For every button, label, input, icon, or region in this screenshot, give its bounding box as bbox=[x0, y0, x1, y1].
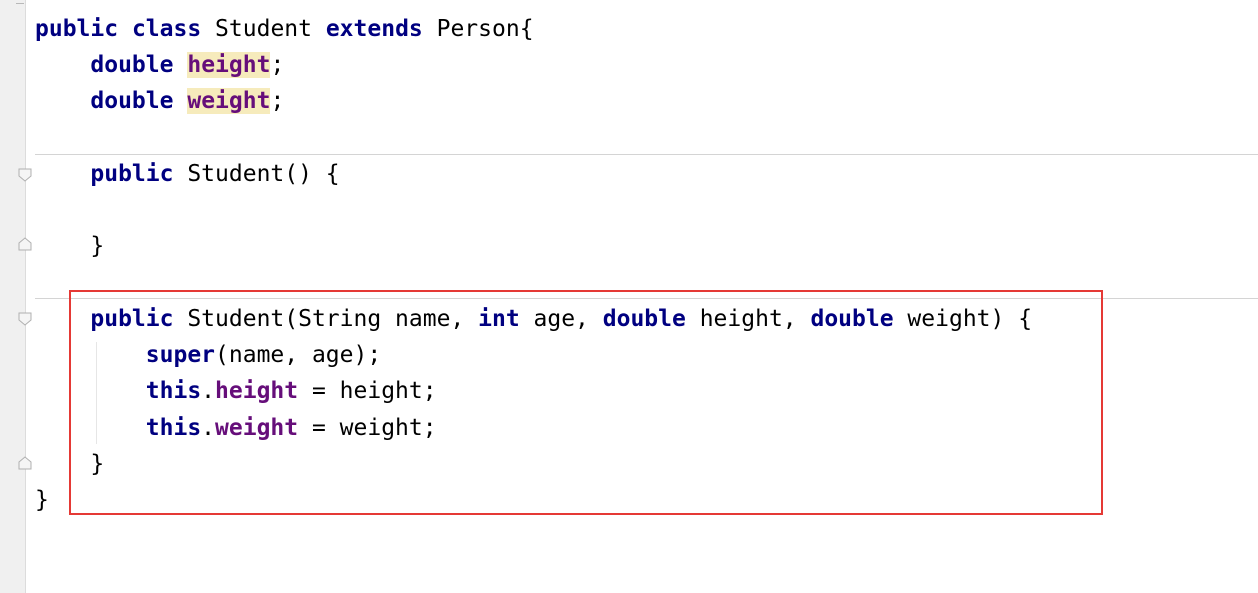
annotation-highlight-box bbox=[69, 290, 1103, 515]
code-line-constructor-close[interactable]: } bbox=[35, 228, 104, 264]
code-editor[interactable]: public class Student extends Person{ dou… bbox=[0, 0, 1258, 593]
class-name: Student bbox=[201, 16, 326, 42]
keyword: public bbox=[35, 16, 119, 42]
keyword: public bbox=[90, 161, 174, 187]
fold-end-icon[interactable] bbox=[17, 455, 33, 471]
keyword: extends bbox=[325, 16, 423, 42]
code-line-class-close[interactable]: } bbox=[35, 482, 49, 518]
code-line-field-weight[interactable]: double weight; bbox=[35, 83, 284, 119]
field-weight-highlighted[interactable]: weight bbox=[187, 88, 271, 114]
fold-start-icon[interactable] bbox=[17, 311, 33, 327]
code-text: } bbox=[35, 487, 49, 513]
code-line-default-constructor[interactable]: public Student() { bbox=[35, 156, 340, 192]
code-line-class-declaration[interactable]: public class Student extends Person{ bbox=[35, 11, 534, 47]
keyword: double bbox=[90, 52, 174, 78]
parent-class: Person{ bbox=[422, 16, 534, 42]
code-text: } bbox=[90, 233, 105, 259]
code-text: Student() { bbox=[173, 161, 340, 187]
keyword: double bbox=[90, 88, 174, 114]
fold-end-icon[interactable] bbox=[17, 236, 33, 252]
code-line-field-height[interactable]: double height; bbox=[35, 47, 284, 83]
fold-start-icon[interactable] bbox=[17, 167, 33, 183]
field-height-highlighted[interactable]: height bbox=[187, 52, 271, 78]
code-text: ; bbox=[270, 88, 285, 114]
keyword: class bbox=[131, 16, 202, 42]
editor-gutter[interactable] bbox=[0, 0, 32, 593]
code-text: ; bbox=[270, 52, 285, 78]
fold-end-marker bbox=[16, 0, 24, 4]
method-separator bbox=[35, 154, 1258, 155]
